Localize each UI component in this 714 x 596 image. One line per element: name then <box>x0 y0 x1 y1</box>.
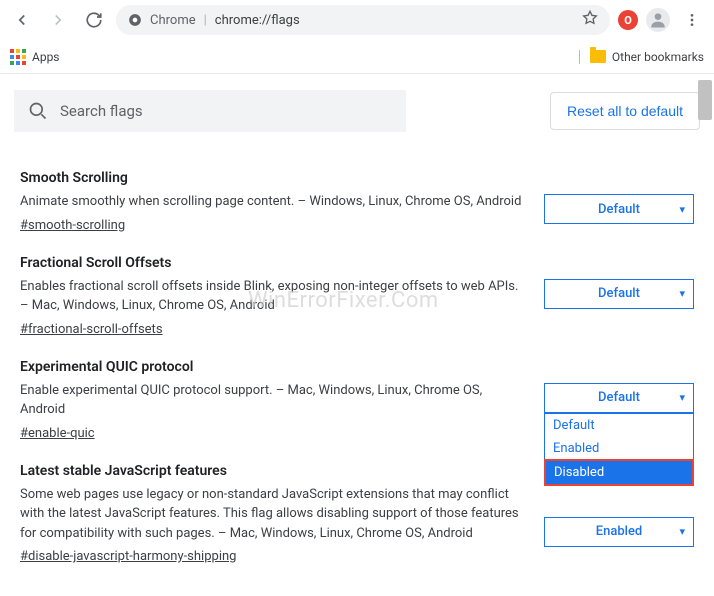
forward-button[interactable] <box>44 6 72 34</box>
flag-select-dropdown: Default Enabled Disabled <box>544 413 694 486</box>
flag-select[interactable]: Default <box>544 383 694 413</box>
flag-item: Experimental QUIC protocol Enable experi… <box>20 337 694 441</box>
omnibox-separator: | <box>204 13 207 28</box>
menu-button[interactable] <box>678 6 706 34</box>
flag-hash-link[interactable]: #fractional-scroll-offsets <box>20 322 526 337</box>
flag-description: Enable experimental QUIC protocol suppor… <box>20 381 526 420</box>
back-button[interactable] <box>8 6 36 34</box>
flag-description: Some web pages use legacy or non-standar… <box>20 485 526 544</box>
dropdown-option-disabled[interactable]: Disabled <box>544 459 694 486</box>
reset-all-button[interactable]: Reset all to default <box>550 92 700 130</box>
dropdown-option-enabled[interactable]: Enabled <box>545 437 693 460</box>
flag-hash-link[interactable]: #smooth-scrolling <box>20 218 526 233</box>
bookmark-star-icon[interactable] <box>582 10 598 30</box>
profile-avatar[interactable] <box>646 8 670 32</box>
search-placeholder: Search flags <box>60 102 143 120</box>
bookmarks-bar: Apps Other bookmarks <box>0 40 714 74</box>
flag-title: Latest stable JavaScript features <box>20 463 526 479</box>
search-flags-input[interactable]: Search flags <box>14 90 406 132</box>
omnibox-prefix: Chrome <box>150 13 196 28</box>
folder-icon <box>590 50 606 63</box>
flag-title: Experimental QUIC protocol <box>20 359 526 375</box>
other-bookmarks-button[interactable]: Other bookmarks <box>579 50 704 64</box>
flag-description: Animate smoothly when scrolling page con… <box>20 192 526 212</box>
flag-hash-link[interactable]: #disable-javascript-harmony-shipping <box>20 549 526 564</box>
scrollbar-thumb[interactable] <box>698 80 712 120</box>
apps-icon[interactable] <box>10 49 26 65</box>
browser-toolbar: Chrome | chrome://flags O <box>0 0 714 40</box>
extension-badge[interactable]: O <box>618 10 638 30</box>
flag-select[interactable]: Enabled <box>544 517 694 547</box>
flag-item: Fractional Scroll Offsets Enables fracti… <box>20 233 694 337</box>
flag-item: Smooth Scrolling Animate smoothly when s… <box>20 148 694 233</box>
flag-title: Smooth Scrolling <box>20 170 526 186</box>
omnibox-url: chrome://flags <box>215 13 300 28</box>
reload-button[interactable] <box>80 6 108 34</box>
chrome-icon <box>128 13 142 27</box>
apps-label[interactable]: Apps <box>32 50 60 64</box>
other-bookmarks-label: Other bookmarks <box>612 50 704 64</box>
flags-header: Search flags Reset all to default <box>0 74 714 148</box>
search-icon <box>28 101 48 121</box>
dropdown-option-default[interactable]: Default <box>545 414 693 437</box>
address-bar[interactable]: Chrome | chrome://flags <box>116 5 610 35</box>
flag-select[interactable]: Default <box>544 194 694 224</box>
flag-select[interactable]: Default <box>544 279 694 309</box>
flag-hash-link[interactable]: #enable-quic <box>20 426 526 441</box>
flags-list: Smooth Scrolling Animate smoothly when s… <box>0 148 714 564</box>
flag-description: Enables fractional scroll offsets inside… <box>20 277 526 316</box>
flag-title: Fractional Scroll Offsets <box>20 255 526 271</box>
